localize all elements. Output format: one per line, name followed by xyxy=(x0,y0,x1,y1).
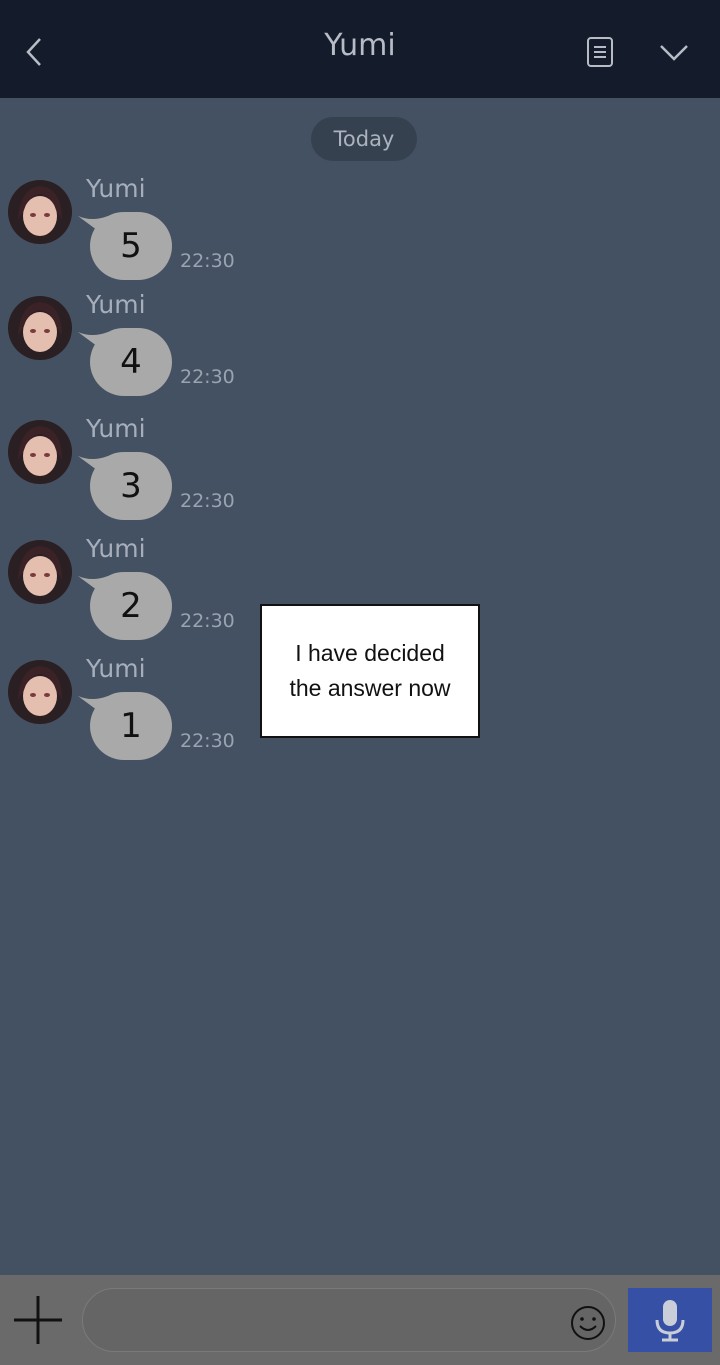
date-separator: Today xyxy=(311,117,417,161)
message-bubble[interactable]: 4 xyxy=(90,328,172,396)
notes-button[interactable] xyxy=(578,30,622,74)
emoji-button[interactable] xyxy=(568,1303,608,1343)
plus-icon xyxy=(14,1296,62,1344)
sender-name: Yumi xyxy=(86,414,146,443)
message-item: Yumi 3 22:30 xyxy=(0,414,300,540)
message-bubble[interactable]: 5 xyxy=(90,212,172,280)
smiley-icon xyxy=(571,1306,605,1340)
message-item: Yumi 5 22:30 xyxy=(0,174,300,300)
message-time: 22:30 xyxy=(180,730,235,752)
narration-caption: I have decided the answer now xyxy=(260,604,480,738)
message-item: Yumi 1 22:30 xyxy=(0,654,300,780)
message-time: 22:30 xyxy=(180,490,235,512)
add-attachment-button[interactable] xyxy=(8,1290,68,1350)
message-time: 22:30 xyxy=(180,610,235,632)
chat-menu-button[interactable] xyxy=(652,30,696,74)
sender-name: Yumi xyxy=(86,290,146,319)
caption-line: I have decided xyxy=(295,640,445,666)
message-bubble[interactable]: 1 xyxy=(90,692,172,760)
avatar-image xyxy=(8,420,72,484)
voice-record-button[interactable] xyxy=(628,1288,712,1352)
avatar-image xyxy=(8,180,72,244)
avatar-image xyxy=(8,660,72,724)
avatar-image xyxy=(8,296,72,360)
notes-icon xyxy=(587,37,613,67)
sender-name: Yumi xyxy=(86,534,146,563)
message-bubble[interactable]: 3 xyxy=(90,452,172,520)
caption-line: the answer now xyxy=(289,675,451,701)
sender-name: Yumi xyxy=(86,654,146,683)
message-item: Yumi 2 22:30 xyxy=(0,534,300,660)
avatar-image xyxy=(8,540,72,604)
sender-name: Yumi xyxy=(86,174,146,203)
message-bubble[interactable]: 2 xyxy=(90,572,172,640)
avatar[interactable] xyxy=(8,180,72,244)
avatar[interactable] xyxy=(8,660,72,724)
chat-header: Yumi xyxy=(0,0,720,98)
message-time: 22:30 xyxy=(180,250,235,272)
message-input[interactable] xyxy=(82,1288,616,1352)
avatar[interactable] xyxy=(8,420,72,484)
message-time: 22:30 xyxy=(180,366,235,388)
avatar[interactable] xyxy=(8,540,72,604)
composer-bar xyxy=(0,1275,720,1365)
message-item: Yumi 4 22:30 xyxy=(0,290,300,416)
microphone-icon xyxy=(655,1300,685,1342)
avatar[interactable] xyxy=(8,296,72,360)
chevron-down-icon xyxy=(660,45,688,61)
